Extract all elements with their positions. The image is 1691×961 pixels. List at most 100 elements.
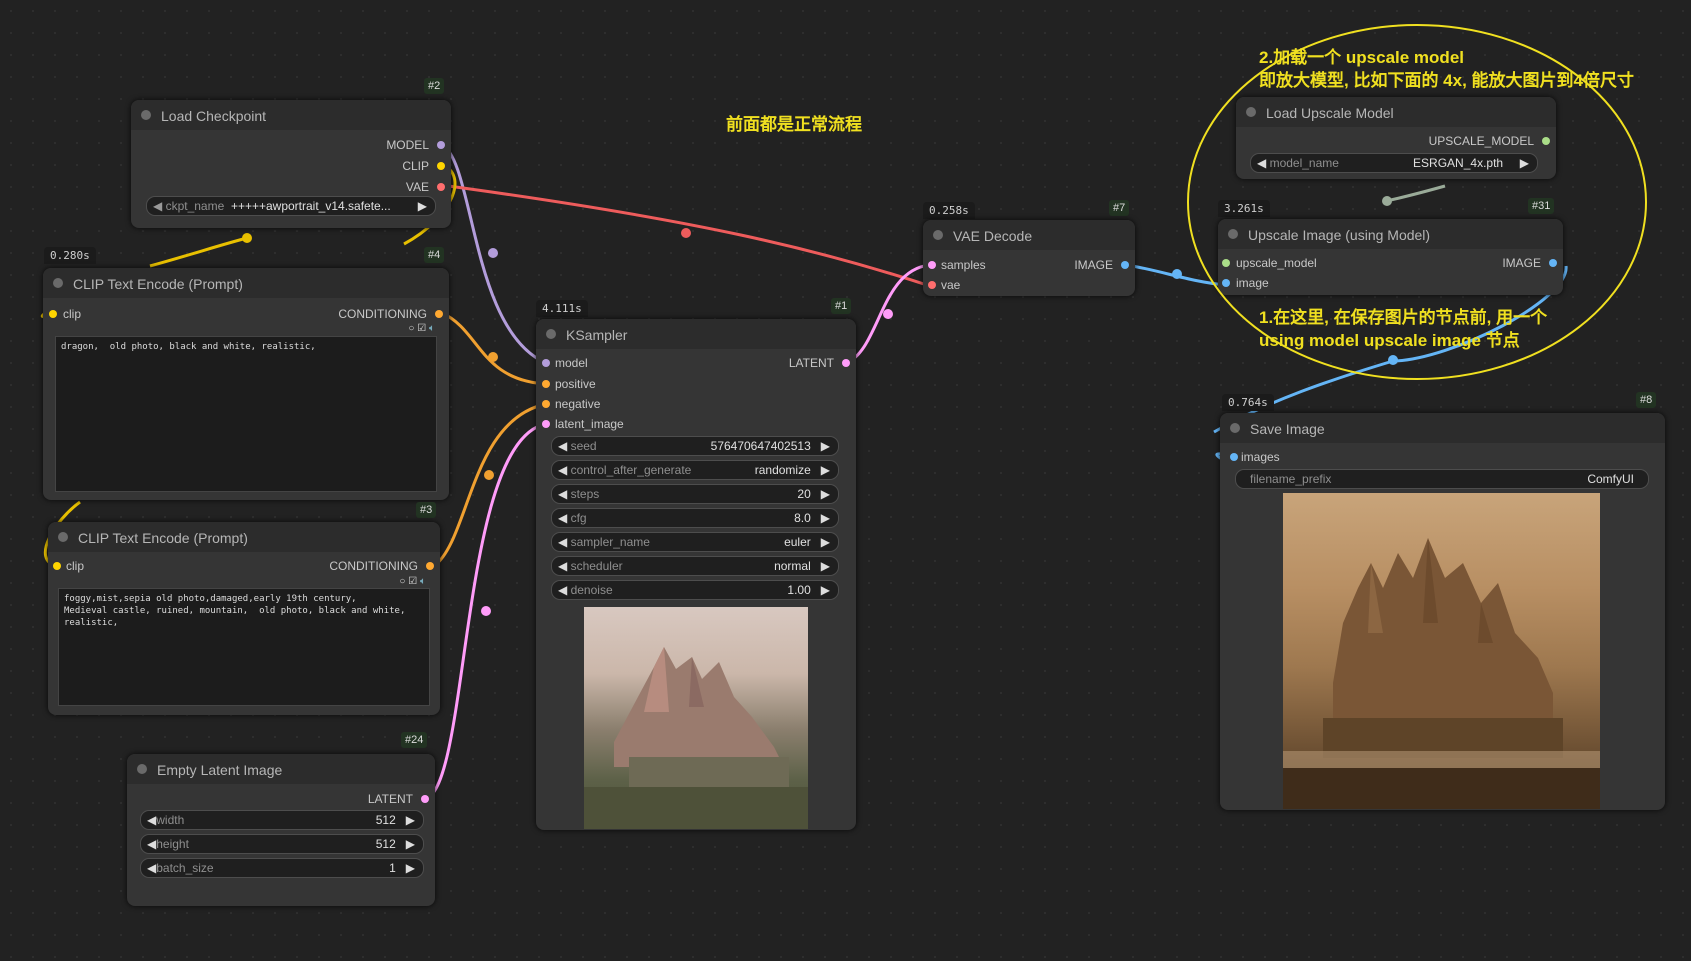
input-vae-slot[interactable]	[928, 281, 936, 289]
input-image-label: image	[1236, 276, 1269, 290]
link-positive-midpoint	[488, 352, 498, 362]
height-widget[interactable]: ◀height 512 ▶	[140, 834, 424, 854]
prompt-textarea[interactable]: foggy,mist,sepia old photo,damaged,early…	[58, 588, 430, 706]
output-latent-slot[interactable]	[421, 795, 429, 803]
input-upscale-model-slot[interactable]	[1222, 259, 1230, 267]
output-latent-slot[interactable]	[842, 359, 850, 367]
arrow-left-icon[interactable]: ◀	[147, 837, 156, 851]
arrow-left-icon[interactable]: ◀	[153, 199, 162, 213]
arrow-left-icon[interactable]: ◀	[558, 535, 567, 549]
sampler-name-widget[interactable]: ◀ sampler_name euler ▶	[551, 532, 839, 552]
input-images-slot[interactable]	[1230, 453, 1238, 461]
collapse-dot-icon[interactable]	[1228, 229, 1238, 239]
control-after-generate-widget[interactable]: ◀ control_after_generate randomize ▶	[551, 460, 839, 480]
arrow-right-icon[interactable]: ▶	[821, 511, 830, 525]
output-model-slot[interactable]	[437, 141, 445, 149]
widget-label: scheduler	[570, 559, 623, 573]
input-negative-slot[interactable]	[542, 400, 550, 408]
batch-size-widget[interactable]: ◀batch_size 1 ▶	[140, 858, 424, 878]
arrow-left-icon[interactable]: ◀	[558, 559, 567, 573]
node-header[interactable]: Upscale Image (using Model)	[1218, 219, 1563, 249]
checkbox-icon[interactable]: ☑	[408, 576, 417, 587]
filename-prefix-widget[interactable]: filename_prefix ComfyUI	[1235, 469, 1649, 489]
model-name-combo[interactable]: ◀ model_name ESRGAN_4x.pth ▶	[1250, 153, 1538, 173]
width-widget[interactable]: ◀width 512 ▶	[140, 810, 424, 830]
circle-icon[interactable]: ○	[408, 323, 414, 334]
arrow-right-icon[interactable]: ▶	[406, 837, 415, 851]
collapse-dot-icon[interactable]	[1246, 107, 1256, 117]
prompt-textarea[interactable]: dragon, old photo, black and white, real…	[55, 336, 437, 492]
ckpt-name-combo[interactable]: ◀ ckpt_name +++++awportrait_v14.safete..…	[146, 196, 436, 216]
clip-text-encode-negative-node[interactable]: CLIP Text Encode (Prompt) clip CONDITION…	[48, 522, 440, 715]
speaker-icon[interactable]: 🔈︎	[429, 323, 435, 334]
arrow-left-icon[interactable]: ◀	[558, 511, 567, 525]
arrow-left-icon[interactable]: ◀	[147, 861, 156, 875]
empty-latent-image-node[interactable]: Empty Latent Image LATENT ◀width 512 ▶ ◀…	[127, 754, 435, 906]
circle-icon[interactable]: ○	[399, 576, 405, 587]
output-clip-label: CLIP	[402, 159, 429, 173]
widget-label: filename_prefix	[1250, 472, 1332, 486]
speaker-icon[interactable]: 🔈︎	[420, 576, 426, 587]
scheduler-widget[interactable]: ◀ scheduler normal ▶	[551, 556, 839, 576]
arrow-left-icon[interactable]: ◀	[147, 813, 156, 827]
arrow-left-icon[interactable]: ◀	[558, 463, 567, 477]
arrow-left-icon[interactable]: ◀	[558, 439, 567, 453]
output-image-slot[interactable]	[1549, 259, 1557, 267]
input-clip-slot[interactable]	[49, 310, 57, 318]
arrow-right-icon[interactable]: ▶	[821, 463, 830, 477]
input-samples-slot[interactable]	[928, 261, 936, 269]
output-conditioning-slot[interactable]	[426, 562, 434, 570]
arrow-right-icon[interactable]: ▶	[406, 861, 415, 875]
output-image-slot[interactable]	[1121, 261, 1129, 269]
arrow-right-icon[interactable]: ▶	[418, 199, 427, 213]
collapse-dot-icon[interactable]	[53, 278, 63, 288]
arrow-right-icon[interactable]: ▶	[1520, 156, 1529, 170]
output-upscale-model-slot[interactable]	[1542, 137, 1550, 145]
ksampler-node[interactable]: KSampler model positive negative latent_…	[536, 319, 856, 830]
arrow-right-icon[interactable]: ▶	[406, 813, 415, 827]
execution-time-badge: 0.280s	[44, 247, 96, 264]
node-header[interactable]: Load Checkpoint	[131, 100, 451, 130]
input-positive-slot[interactable]	[542, 380, 550, 388]
input-model-slot[interactable]	[542, 359, 550, 367]
vae-decode-node[interactable]: VAE Decode samples vae IMAGE	[923, 220, 1135, 296]
output-clip-slot[interactable]	[437, 162, 445, 170]
clip-text-encode-positive-node[interactable]: CLIP Text Encode (Prompt) clip CONDITION…	[43, 268, 449, 500]
node-header[interactable]: CLIP Text Encode (Prompt)	[48, 522, 440, 552]
node-header[interactable]: Save Image	[1220, 413, 1665, 443]
collapse-dot-icon[interactable]	[546, 329, 556, 339]
collapse-dot-icon[interactable]	[141, 110, 151, 120]
load-upscale-model-node[interactable]: Load Upscale Model UPSCALE_MODEL ◀ model…	[1236, 97, 1556, 179]
collapse-dot-icon[interactable]	[933, 230, 943, 240]
arrow-right-icon[interactable]: ▶	[821, 535, 830, 549]
load-checkpoint-node[interactable]: Load Checkpoint MODEL CLIP VAE ◀ ckpt_na…	[131, 100, 451, 228]
seed-widget[interactable]: ◀ seed 576470647402513 ▶	[551, 436, 839, 456]
cfg-widget[interactable]: ◀ cfg 8.0 ▶	[551, 508, 839, 528]
collapse-dot-icon[interactable]	[137, 764, 147, 774]
save-image-node[interactable]: Save Image images filename_prefix ComfyU…	[1220, 413, 1665, 810]
collapse-dot-icon[interactable]	[58, 532, 68, 542]
collapse-dot-icon[interactable]	[1230, 423, 1240, 433]
arrow-right-icon[interactable]: ▶	[821, 439, 830, 453]
output-conditioning-slot[interactable]	[435, 310, 443, 318]
arrow-right-icon[interactable]: ▶	[821, 583, 830, 597]
node-header[interactable]: Empty Latent Image	[127, 754, 435, 784]
arrow-left-icon[interactable]: ◀	[558, 583, 567, 597]
node-header[interactable]: VAE Decode	[923, 220, 1135, 250]
steps-widget[interactable]: ◀ steps 20 ▶	[551, 484, 839, 504]
input-latent-image-slot[interactable]	[542, 420, 550, 428]
upscale-image-node[interactable]: Upscale Image (using Model) upscale_mode…	[1218, 219, 1563, 295]
node-header[interactable]: KSampler	[536, 319, 856, 349]
annotation-step2-line2: 即放大模型, 比如下面的 4x, 能放大图片到4倍尺寸	[1259, 71, 1634, 90]
output-vae-slot[interactable]	[437, 183, 445, 191]
node-header[interactable]: Load Upscale Model	[1236, 97, 1556, 127]
arrow-left-icon[interactable]: ◀	[558, 487, 567, 501]
input-image-slot[interactable]	[1222, 279, 1230, 287]
denoise-widget[interactable]: ◀ denoise 1.00 ▶	[551, 580, 839, 600]
arrow-right-icon[interactable]: ▶	[821, 487, 830, 501]
node-header[interactable]: CLIP Text Encode (Prompt)	[43, 268, 449, 298]
checkbox-icon[interactable]: ☑	[417, 323, 426, 334]
arrow-right-icon[interactable]: ▶	[821, 559, 830, 573]
input-clip-slot[interactable]	[53, 562, 61, 570]
arrow-left-icon[interactable]: ◀	[1257, 156, 1266, 170]
